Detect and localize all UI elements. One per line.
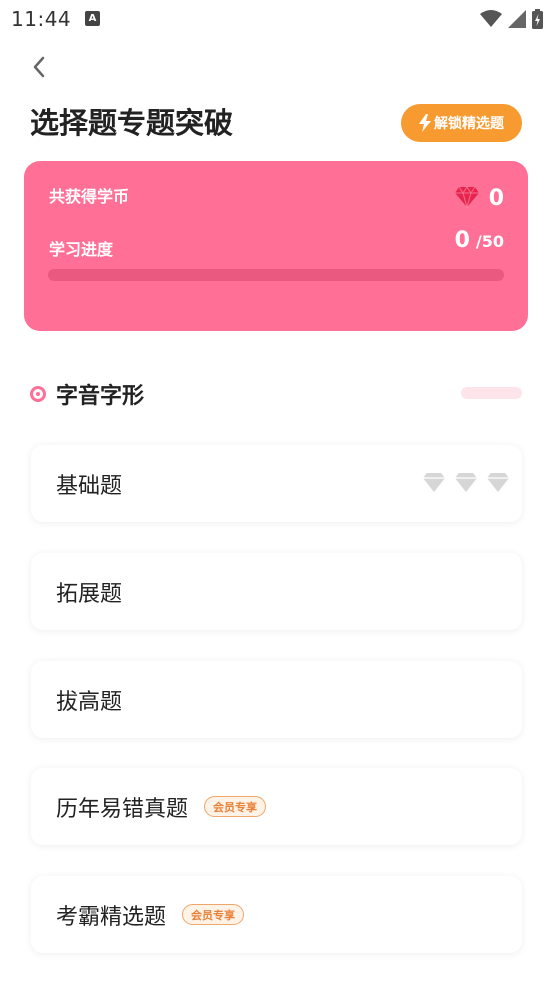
section-title: 字音字形 [56,384,145,409]
gem-outline-icon [487,473,509,492]
notification-icon: A [85,11,100,26]
coins-value: 0 [488,186,504,211]
status-time: 11:44 [11,7,72,31]
section-bullet-icon [30,386,46,402]
progress-bar [48,269,504,281]
back-button[interactable] [24,52,54,82]
gem-outline-icon [455,473,477,492]
unlock-premium-button[interactable]: 解锁精选题 [401,104,522,142]
vip-badge: 会员专享 [182,904,245,925]
list-item-past-mistakes[interactable]: 历年易错真题 会员专享 [31,768,522,845]
page-title: 选择题专题突破 [30,106,234,140]
lightning-icon [419,114,431,132]
list-item-extended[interactable]: 拓展题 [31,553,522,630]
progress-current: 0 [454,228,470,253]
unlock-button-label: 解锁精选题 [434,116,504,132]
signal-icon [508,10,526,28]
progress-value: 0/50 [455,228,504,253]
coins-label: 共获得学币 [49,187,130,206]
item-label: 拔高题 [56,689,123,715]
progress-total: /50 [475,232,504,251]
progress-label: 学习进度 [49,240,114,259]
stats-card: 共获得学币 0 学习进度 0/50 [24,161,528,331]
list-item-top-picks[interactable]: 考霸精选题 会员专享 [31,876,522,953]
item-label: 考霸精选题 [56,904,167,930]
list-item-advanced[interactable]: 拔高题 [31,661,522,738]
system-icons [480,8,543,30]
wifi-icon [480,10,502,27]
section-indicator [461,387,522,399]
item-label: 历年易错真题 [56,796,189,822]
chevron-left-icon [33,56,45,78]
gem-outline-icon [423,473,445,492]
gem-icon [455,186,479,208]
item-label: 基础题 [56,473,123,499]
status-bar: 11:44 A [0,0,553,38]
star-rating [422,472,510,493]
list-item-basic[interactable]: 基础题 [31,445,522,522]
item-label: 拓展题 [56,581,123,607]
vip-badge: 会员专享 [204,796,267,817]
section-header: 字音字形 [30,378,144,410]
battery-icon [532,9,543,29]
